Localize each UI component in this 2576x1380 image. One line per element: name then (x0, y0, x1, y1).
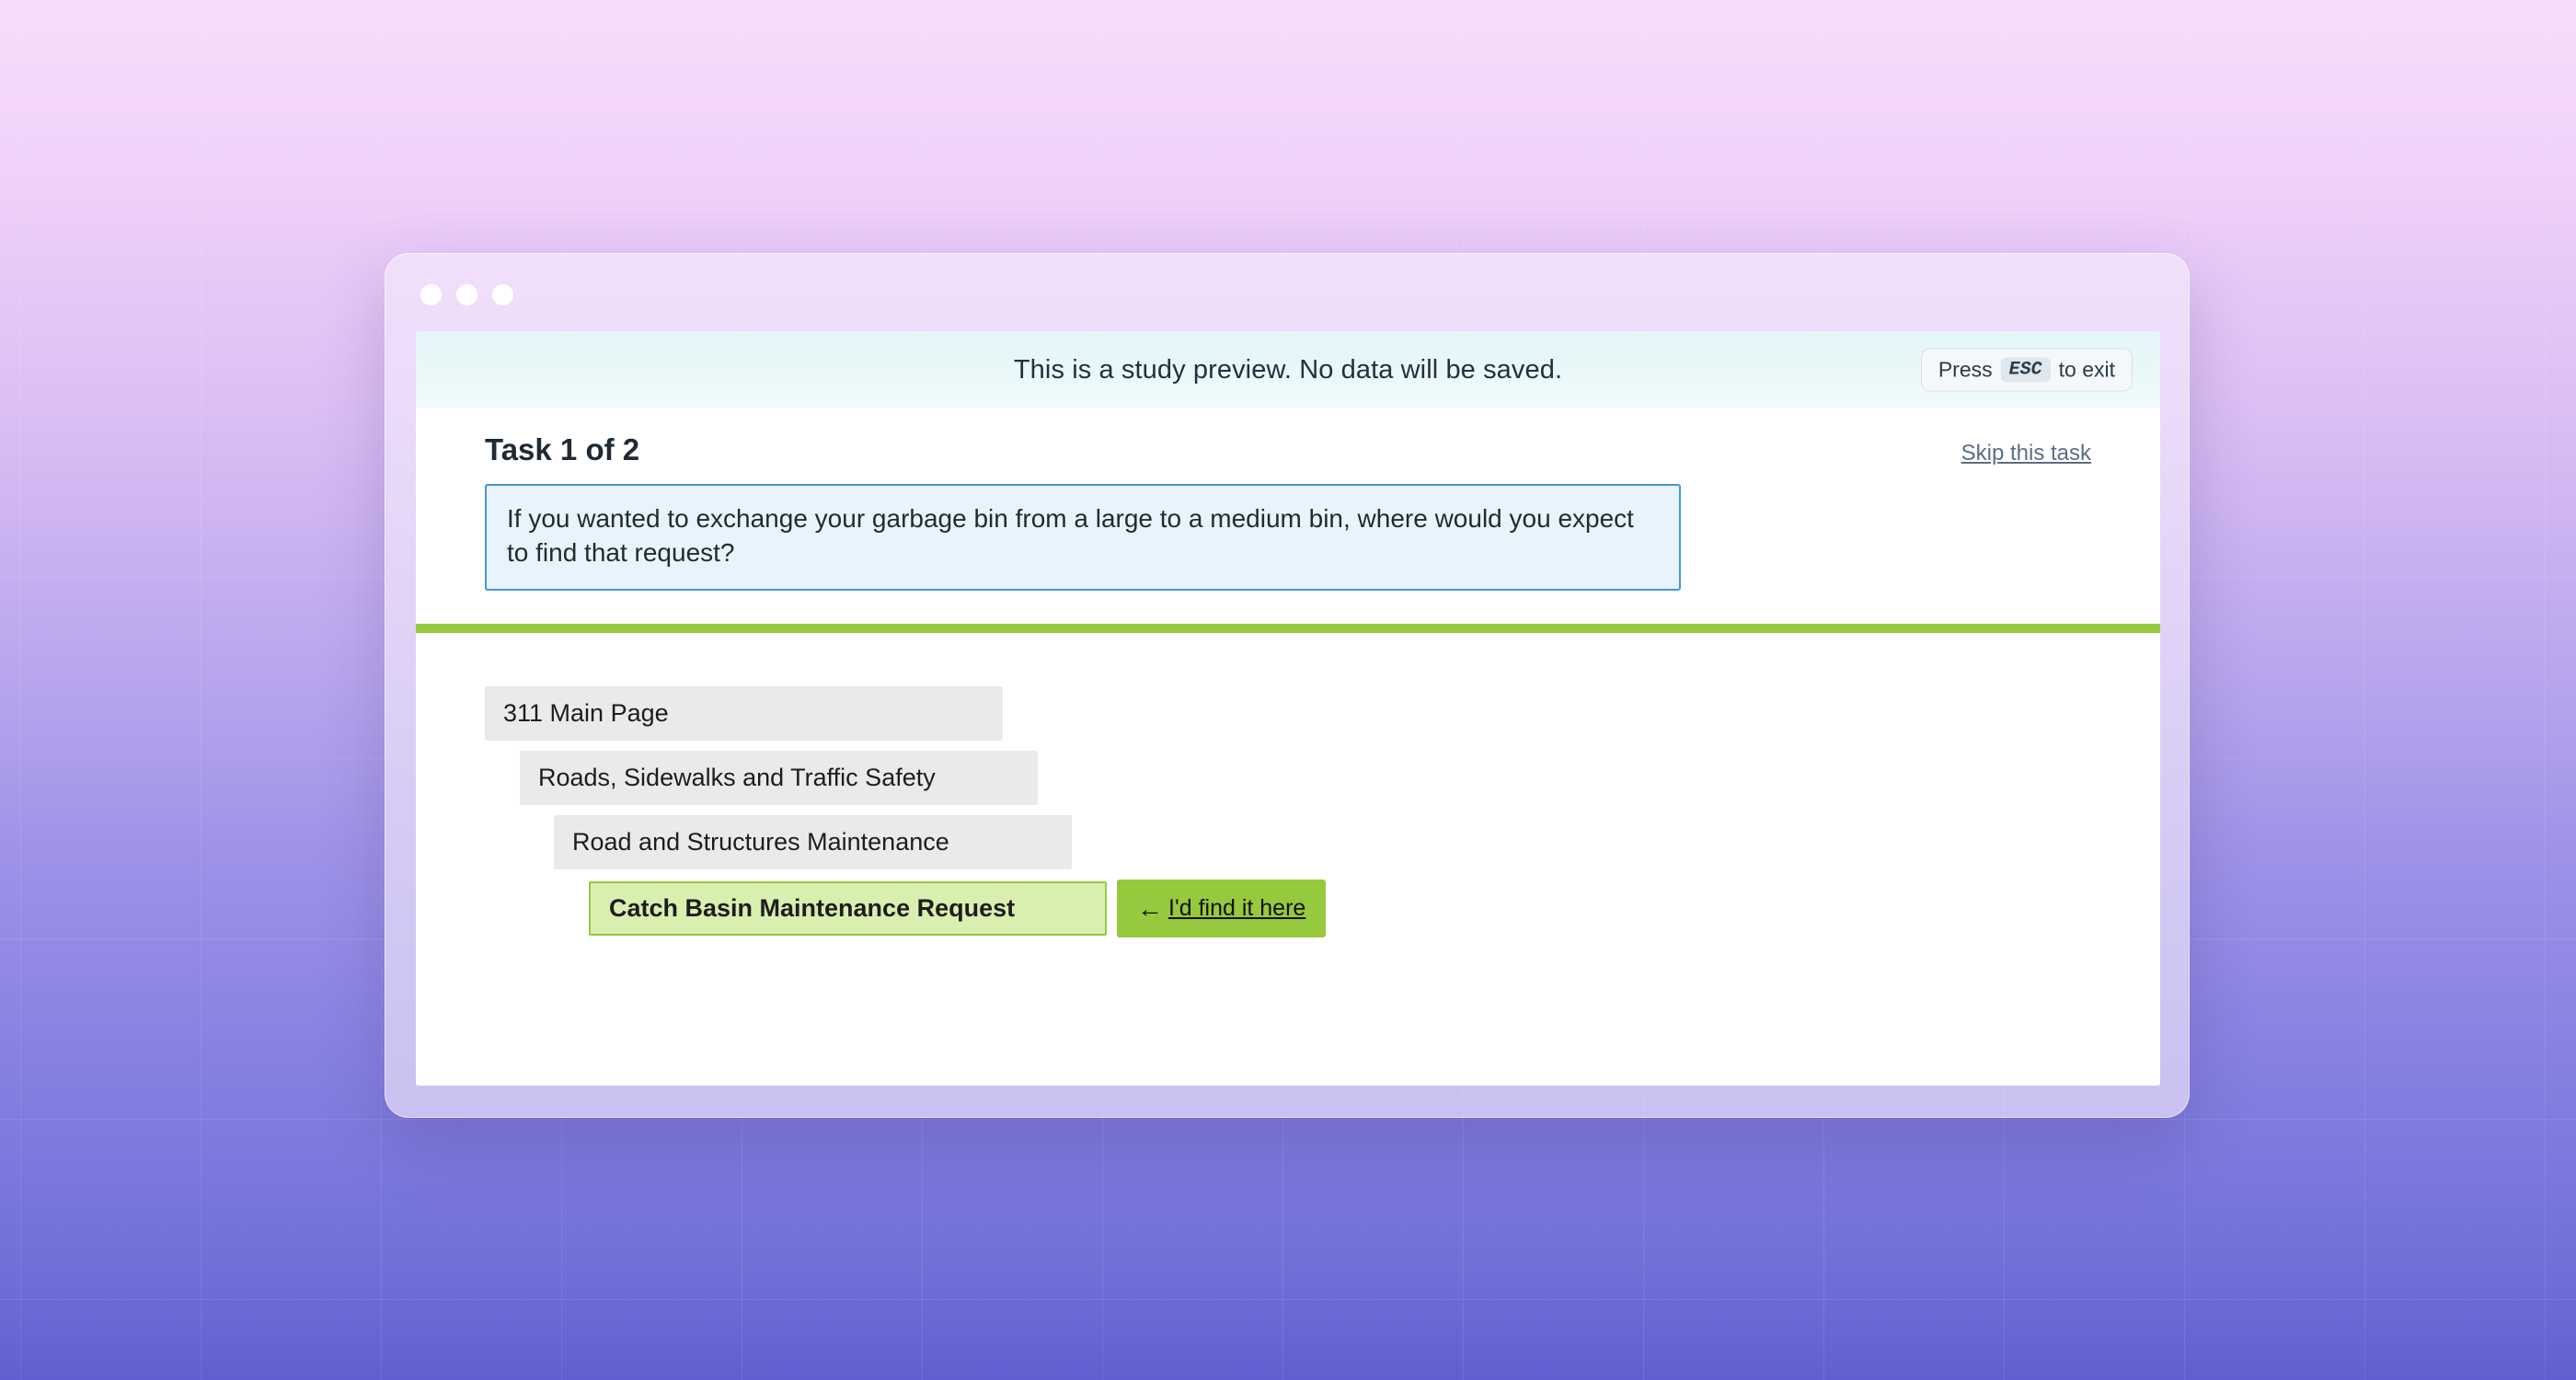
traffic-light-dots (420, 284, 513, 305)
tree-row: Catch Basin Maintenance Request ← I'd fi… (589, 880, 2160, 938)
section-divider-rule (416, 624, 2160, 634)
left-arrow-icon: ← (1137, 893, 1163, 923)
tree-item-311-main-page[interactable]: 311 Main Page (485, 686, 1003, 742)
close-window-dot-icon[interactable] (420, 284, 442, 305)
study-preview-banner: This is a study preview. No data will be… (416, 331, 2160, 408)
task-header-row: Task 1 of 2 Skip this task (416, 432, 2160, 467)
tree-item-catch-basin-maintenance-request[interactable]: Catch Basin Maintenance Request (589, 881, 1107, 937)
id-find-it-here-label: I'd find it here (1168, 895, 1306, 922)
tree-test-navigation-region: 311 Main Page Roads, Sidewalks and Traff… (416, 633, 2160, 1086)
page-viewport: This is a study preview. No data will be… (416, 331, 2160, 1086)
task-question-box: If you wanted to exchange your garbage b… (485, 484, 1681, 592)
task-progress-title: Task 1 of 2 (485, 432, 640, 466)
task-header-section: Task 1 of 2 Skip this task If you wanted… (416, 408, 2160, 634)
tree-item-road-and-structures-maintenance[interactable]: Road and Structures Maintenance (554, 815, 1072, 870)
id-find-it-here-button[interactable]: ← I'd find it here (1117, 880, 1327, 938)
window-titlebar (385, 254, 2189, 331)
tree-row: 311 Main Page (485, 686, 2160, 742)
minimize-window-dot-icon[interactable] (456, 284, 477, 305)
esc-key-badge: ESC (2000, 357, 2051, 383)
browser-window: This is a study preview. No data will be… (385, 253, 2190, 1118)
press-esc-to-exit-chip[interactable]: Press ESC to exit (1920, 348, 2133, 392)
maximize-window-dot-icon[interactable] (492, 284, 513, 305)
skip-this-task-link[interactable]: Skip this task (1961, 441, 2091, 466)
tree-item-roads-sidewalks-traffic-safety[interactable]: Roads, Sidewalks and Traffic Safety (520, 751, 1038, 806)
tree-row: Road and Structures Maintenance (554, 815, 2160, 870)
esc-chip-suffix: to exit (2058, 357, 2115, 382)
preview-banner-message: This is a study preview. No data will be… (1013, 354, 1563, 385)
tree-row: Roads, Sidewalks and Traffic Safety (520, 751, 2160, 806)
esc-chip-prefix: Press (1938, 357, 1993, 382)
